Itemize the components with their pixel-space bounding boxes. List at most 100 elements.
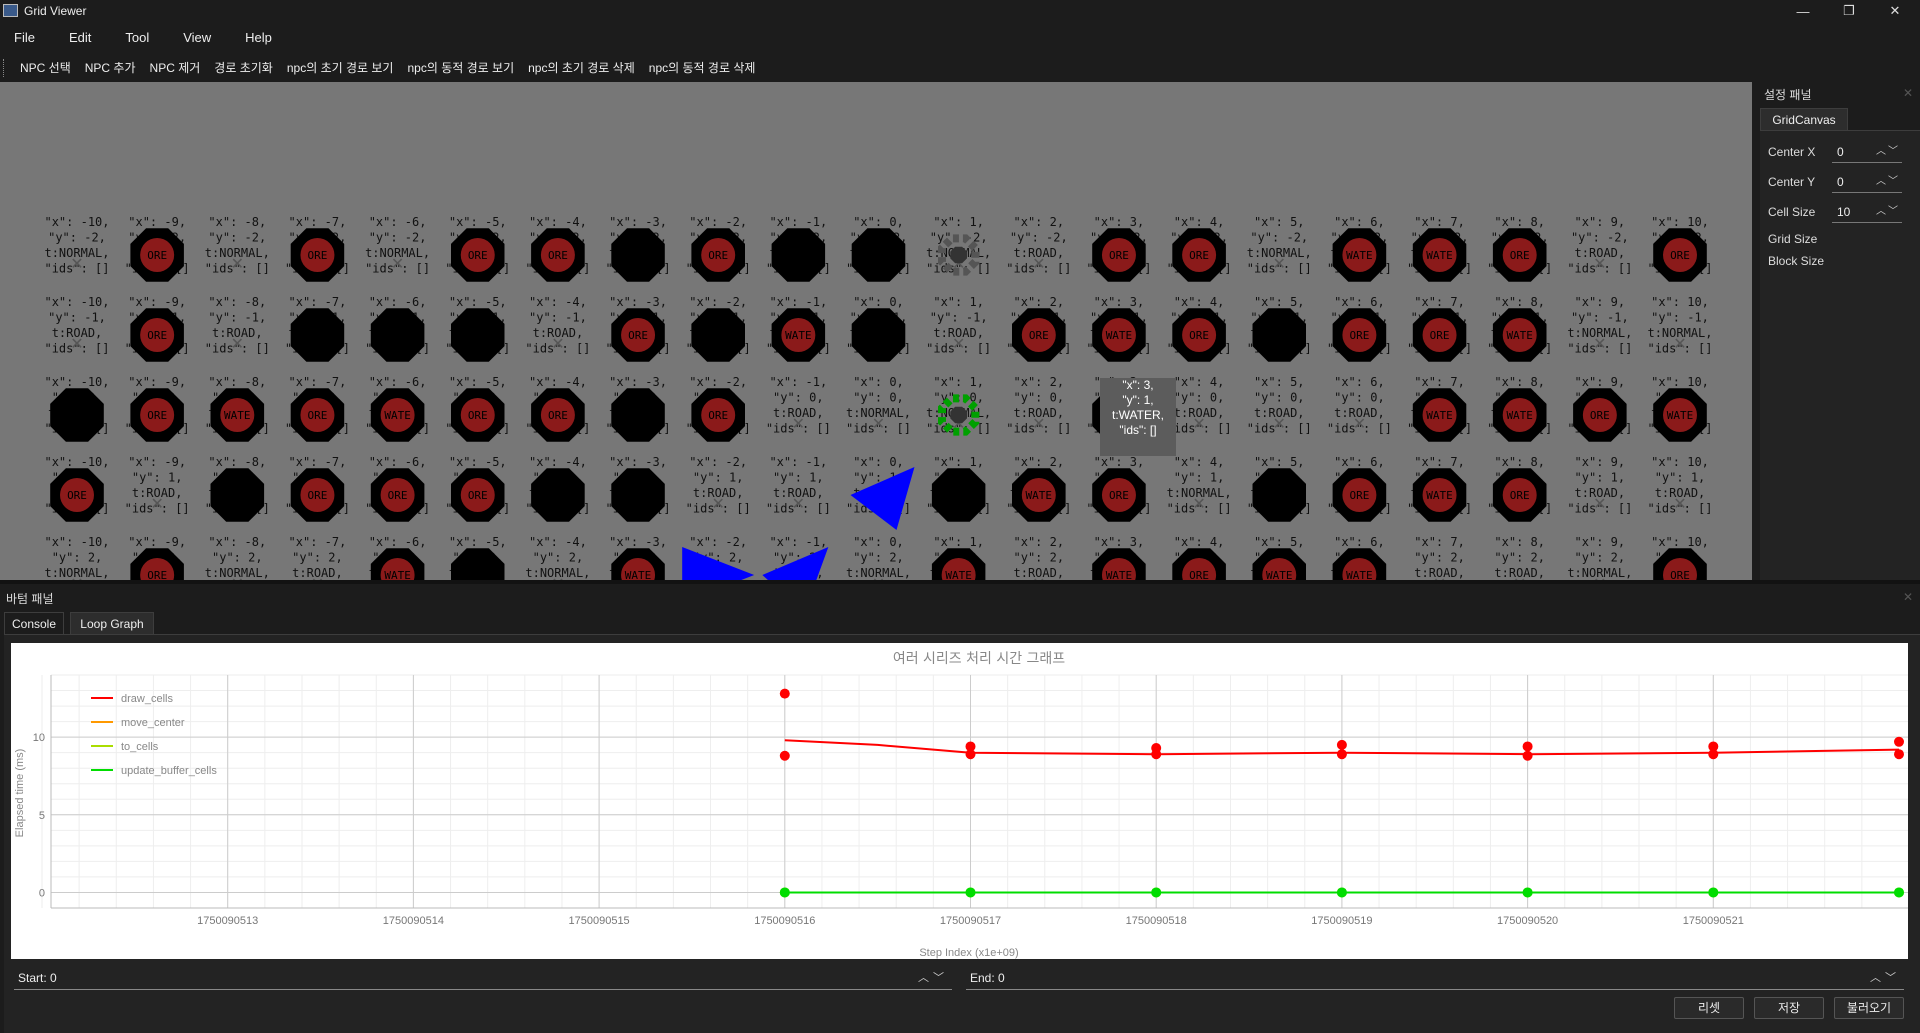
y-axis-label: Elapsed time (ms)	[14, 749, 26, 838]
x-tick-label: 1750090516	[754, 915, 815, 927]
cell-text: "x": 1,	[933, 535, 984, 549]
loop-graph-chart[interactable]: 1750090513 1750090514 1750090515 1750090516…	[11, 643, 1908, 959]
tab-gridcanvas[interactable]: GridCanvas	[1760, 108, 1848, 131]
chart-svg[interactable]: 1750090513 1750090514 1750090515 1750090516…	[11, 643, 1908, 959]
cell-text: "x": -6,	[369, 535, 427, 549]
cell-marker-icon: ✕	[1273, 414, 1286, 433]
panel-splitter[interactable]	[0, 580, 1920, 584]
grid-cell: "x": -5,"y": 0,t:ORE,"ids": []✕ORE	[445, 375, 510, 442]
cell-text: "x": -7,	[289, 455, 347, 469]
bottom-close-icon[interactable]: ✕	[1903, 590, 1913, 604]
spin-arrows-icon[interactable]: ︿﹀	[1876, 142, 1900, 162]
menu-tool[interactable]: Tool	[108, 26, 166, 50]
remove-npc-button[interactable]: NPC 제거	[143, 56, 208, 80]
cell-text: "x": -10,	[44, 215, 109, 229]
end-field[interactable]: End: 0 ︿﹀	[966, 967, 1904, 990]
block-octagon-icon	[611, 468, 665, 522]
grid-cell: "x": 2,"y": -1,t:ORE,"ids": []✕ORE	[1006, 295, 1071, 362]
delete-dynamic-path-button[interactable]: npc의 동적 경로 삭제	[642, 56, 763, 80]
cell-marker-icon: ✕	[1353, 414, 1366, 433]
data-point-draw_cells	[779, 750, 790, 761]
data-point-draw_cells	[1522, 741, 1533, 752]
show-dynamic-path-button[interactable]: npc의 동적 경로 보기	[400, 56, 521, 80]
center-y-label: Center Y	[1768, 175, 1816, 189]
cell-size-spinbox[interactable]: 10 ︿﹀	[1832, 202, 1902, 223]
cell-text: "x": 2,	[1014, 535, 1065, 549]
block-octagon-icon	[851, 228, 906, 282]
grid-cell: "x": 0,"y": 1,t:ROAD,"ids": []✕	[846, 455, 915, 530]
grid-svg[interactable]: "x": -10,"y": -2,t:NORMAL,"ids": []✕"x":…	[0, 82, 1752, 580]
cell-text: "x": 6,	[1334, 455, 1385, 469]
grid-cell: "x": 8,"y": -1,t:WATER,"ids": []✕WATE	[1487, 295, 1552, 362]
menu-edit[interactable]: Edit	[52, 26, 108, 50]
cell-text: "x": 9,	[1575, 295, 1626, 309]
start-field[interactable]: Start: 0 ︿﹀	[14, 967, 952, 990]
grid-cell: "x": -1,"y": 0,t:ROAD,"ids": []✕	[766, 375, 831, 436]
center-y-spinbox[interactable]: 0 ︿﹀	[1832, 172, 1902, 193]
menu-help[interactable]: Help	[228, 26, 289, 50]
cell-text: "x": -1,	[769, 215, 827, 229]
grid-cell: "x": 5,"y": -1,t:BLOCK,"ids": []✕	[1247, 295, 1312, 362]
select-npc-button[interactable]: NPC 선택	[13, 56, 78, 80]
x-tick-label: 1750090519	[1311, 915, 1372, 927]
menu-file[interactable]: File	[0, 26, 52, 50]
menu-bar: File Edit Tool View Help	[0, 26, 289, 50]
add-npc-button[interactable]: NPC 추가	[78, 56, 143, 80]
cell-text: "x": -4,	[529, 455, 587, 469]
x-tick-label: 1750090514	[383, 915, 444, 927]
cell-text: "x": 6,	[1334, 295, 1385, 309]
menu-view[interactable]: View	[166, 26, 228, 50]
cell-text: "y": 1,	[1655, 471, 1706, 485]
cell-tooltip: "x": 3, "y": 1, t:WATER, "ids": []	[1100, 378, 1176, 456]
ore-label: ORE	[468, 489, 488, 502]
cell-text: "x": 6,	[1334, 375, 1385, 389]
grid-cell: "x": 9,"y": -1,t:NORMAL,"ids": []✕	[1567, 295, 1632, 356]
grid-cell: "x": -3,"y": -1,t:ORE,"ids": []✕ORE	[606, 295, 671, 362]
spin-arrows-icon[interactable]: ︿﹀	[918, 967, 948, 989]
grid-canvas[interactable]: "x": -10, "y": -2, t:NORMAL, "ids": [] ✕ "x":…	[0, 82, 1752, 580]
ore-label: ORE	[1590, 409, 1610, 422]
block-octagon-icon	[771, 228, 826, 282]
minimize-button[interactable]: —	[1780, 0, 1826, 22]
maximize-button[interactable]: ❐	[1826, 0, 1872, 22]
grid-cell: "x": -2,"y": 1,t:ROAD,"ids": []✕	[686, 455, 751, 516]
load-button[interactable]: 불러오기	[1834, 997, 1904, 1019]
cell-text: "y": -1,	[529, 311, 587, 325]
x-axis-label: Step Index (x1e+09)	[919, 947, 1018, 959]
grid-cell: "x": -8,"y": -1,t:ROAD,"ids": []✕	[205, 295, 270, 356]
grid-cell: "x": 1,"y": 1,t:BLOCK,"ids": []✕	[926, 455, 991, 522]
grid-cell: "x": 4,"y": 2,t:ORE,"ids": []✕ORE	[1172, 535, 1226, 580]
grid-cell: "x": -3,"y": 1,t:BLOCK,"ids": []✕	[606, 455, 671, 522]
cell-text: "y": 2,	[1014, 551, 1065, 565]
chart-title: 여러 시리즈 처리 시간 그래프	[893, 651, 1065, 667]
ore-label: ORE	[548, 409, 568, 422]
reset-path-button[interactable]: 경로 초기화	[207, 56, 280, 80]
cell-text: "x": -8,	[208, 535, 266, 549]
close-button[interactable]: ✕	[1872, 0, 1918, 22]
save-button[interactable]: 저장	[1754, 997, 1824, 1019]
cell-text: "x": -4,	[529, 375, 587, 389]
delete-initial-path-button[interactable]: npc의 초기 경로 삭제	[521, 56, 642, 80]
toolbar-grip[interactable]	[3, 59, 7, 77]
grid-cell: "x": -2,"y": 2,t:ROAD,"ids": []✕	[682, 535, 755, 580]
tab-console[interactable]: Console	[4, 612, 64, 635]
grid-cell: "x": -1,"y": 2,t:ROAD,"ids": []✕	[762, 535, 829, 580]
data-point-draw_cells	[1336, 749, 1347, 760]
grid-cell: "x": -6,"y": -1,t:BLOCK,"ids": []✕	[365, 295, 430, 362]
cell-text: "x": -3,	[609, 375, 667, 389]
reset-button[interactable]: 리셋	[1674, 997, 1744, 1019]
spin-arrows-icon[interactable]: ︿﹀	[1870, 967, 1900, 989]
show-initial-path-button[interactable]: npc의 초기 경로 보기	[280, 56, 401, 80]
spin-arrows-icon[interactable]: ︿﹀	[1876, 172, 1900, 192]
cell-text: "y": -2,	[208, 231, 266, 245]
spin-arrows-icon[interactable]: ︿﹀	[1876, 202, 1900, 222]
grid-cell: "x": -10,"y": -2,t:NORMAL,"ids": []✕	[44, 215, 109, 276]
ore-label: ORE	[308, 489, 328, 502]
cell-text: "y": 2,	[1575, 551, 1626, 565]
cell-text: "y": 1,	[132, 471, 183, 485]
tab-loop-graph[interactable]: Loop Graph	[70, 612, 154, 635]
settings-close-icon[interactable]: ✕	[1903, 86, 1913, 100]
cell-text: "x": -7,	[289, 535, 347, 549]
center-x-spinbox[interactable]: 0 ︿﹀	[1832, 142, 1902, 163]
cell-marker-icon: ✕	[70, 254, 83, 273]
